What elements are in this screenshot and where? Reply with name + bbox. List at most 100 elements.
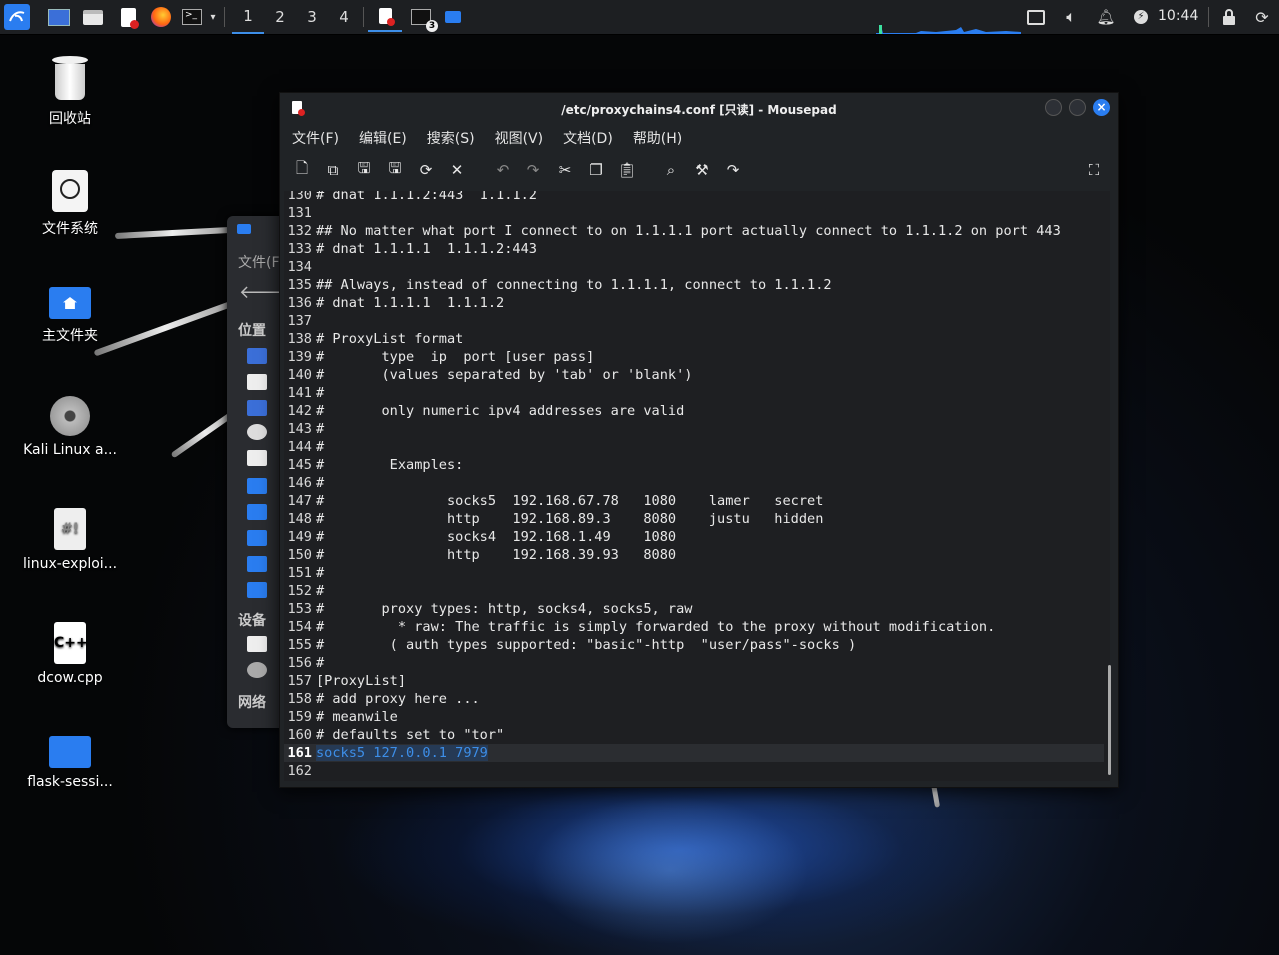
code-line[interactable]: 147 # socks5 192.168.67.78 1080 lamer sec… [284,492,823,510]
workspace-1[interactable]: 1 [232,0,264,34]
code-line[interactable]: 146 # [284,474,324,492]
workspace-3[interactable]: 3 [296,0,328,34]
code-line[interactable]: 135 ## Always, instead of connecting to 1… [284,276,831,294]
power-manager-icon[interactable]: ⚡︎ [1132,4,1150,30]
maximize-button[interactable] [1069,99,1086,116]
menu-search[interactable]: 搜索(S) [415,125,483,151]
code-line[interactable]: 131 [284,204,316,222]
title-bar[interactable]: /etc/proxychains4.conf [只读] - Mousepad × [280,93,1118,123]
task-mousepad[interactable] [368,2,402,32]
desktop-icon-filesystem[interactable]: 文件系统 [15,170,125,238]
code-line[interactable]: 142 # only numeric ipv4 addresses are val… [284,402,684,420]
clock[interactable]: 10:44 [1158,8,1198,24]
firefox-icon[interactable] [150,4,172,30]
code-line[interactable]: 155 # ( auth types supported: "basic"-htt… [284,636,856,654]
code-line[interactable]: 152 # [284,582,324,600]
desktop-icon-trash[interactable]: 回收站 [15,56,125,128]
code-line[interactable]: 130 # dnat 1.1.1.2:443 1.1.1.2 [284,191,537,204]
menu-help[interactable]: 帮助(H) [621,125,690,151]
scrollbar[interactable] [1108,665,1111,775]
chevron-down-icon[interactable]: ▾ [206,4,220,30]
documents-place-icon[interactable] [247,530,267,546]
code-line[interactable]: 151 # [284,564,324,582]
code-line[interactable]: 144 # [284,438,324,456]
search-icon[interactable]: ⌕ [662,161,680,179]
filesystem-place-icon[interactable] [247,374,267,390]
code-line[interactable]: 133 # dnat 1.1.1.1 1.1.1.2:443 [284,240,537,258]
code-line[interactable]: 159 # meanwile [284,708,397,726]
code-line[interactable]: 140 # (values separated by 'tab' or 'blan… [284,366,692,384]
close-document-icon[interactable]: ✕ [448,161,466,179]
find-replace-icon[interactable]: ⚒ [693,161,711,179]
recent-place-icon[interactable] [247,424,267,440]
task-folder[interactable] [443,4,463,30]
music-place-icon[interactable] [247,504,267,520]
file-manager-icon[interactable] [82,4,104,30]
task-terminal-group[interactable]: 3 [408,4,438,32]
paste-icon[interactable]: 📋︎ [617,161,636,179]
mousepad-window[interactable]: /etc/proxychains4.conf [只读] - Mousepad ×… [279,92,1119,788]
copy-icon[interactable]: ❐ [587,161,605,179]
code-line[interactable]: 132 ## No matter what port I connect to o… [284,222,1060,240]
code-line[interactable]: 161 socks5 127.0.0.1 7979 [284,744,488,762]
workspace-2[interactable]: 2 [264,0,296,34]
code-line[interactable]: 148 # http 192.168.89.3 8080 justu hidden [284,510,823,528]
code-line[interactable]: 162 [284,762,316,780]
code-line[interactable]: 134 [284,258,316,276]
kali-menu-icon[interactable] [4,4,30,30]
desktop-icon-linux-exploit[interactable]: #! linux-exploi... [15,508,125,572]
new-window-icon[interactable]: ⧉ [324,161,342,179]
desktop2-place-icon[interactable] [247,400,267,416]
code-line[interactable]: 137 [284,312,316,330]
save-icon[interactable]: 🖫︎ [355,159,373,179]
logout-icon[interactable]: ⟳ [1252,4,1272,30]
minimize-button[interactable] [1045,99,1062,116]
code-line[interactable]: 157 [ProxyList] [284,672,406,690]
code-line[interactable]: 156 # [284,654,324,672]
code-line[interactable]: 136 # dnat 1.1.1.1 1.1.1.2 [284,294,504,312]
cut-icon[interactable]: ✂ [556,161,574,179]
downloads-place-icon[interactable] [247,582,267,598]
code-line[interactable]: 154 # * raw: The traffic is simply forwar… [284,618,995,636]
desktop-place-icon[interactable] [247,348,267,364]
lock-icon[interactable] [1220,4,1238,30]
save-as-icon[interactable]: 🖫︎ [386,159,404,179]
terminal-icon[interactable]: >_ [181,4,203,30]
text-editor[interactable]: 130 # dnat 1.1.1.2:443 1.1.1.2 131 132 ## No… [284,191,1110,781]
new-document-icon[interactable]: 🗋︎ [293,159,311,179]
code-line[interactable]: 158 # add proxy here ... [284,690,479,708]
code-line[interactable]: 153 # proxy types: http, socks4, socks5, … [284,600,692,618]
drive-device-icon[interactable] [247,636,267,652]
redo-icon[interactable]: ↷ [524,161,542,179]
menu-document[interactable]: 文档(D) [551,125,621,151]
text-editor-icon[interactable] [117,4,139,30]
code-line[interactable]: 150 # http 192.168.39.93 8080 [284,546,676,564]
desktop-icon-home[interactable]: 主文件夹 [15,287,125,345]
menu-file[interactable]: 文件(F) [280,125,347,151]
show-desktop-icon[interactable] [48,4,70,30]
code-line[interactable]: 143 # [284,420,324,438]
videos-place-icon[interactable] [247,556,267,572]
reload-icon[interactable]: ⟳ [417,161,435,179]
code-line[interactable]: 141 # [284,384,324,402]
notification-bell-icon[interactable]: 🔔︎ [1096,4,1115,30]
code-line[interactable]: 145 # Examples: [284,456,463,474]
goto-line-icon[interactable]: ↷ [724,161,742,179]
workspace-4[interactable]: 4 [328,0,360,34]
file-manager-window[interactable]: 文件(F 🡐 位置 设备 网络 [227,216,287,728]
file-manager-menu[interactable]: 文件(F [238,252,280,272]
desktop-icon-flask[interactable]: flask-sessi... [15,736,125,790]
menu-view[interactable]: 视图(V) [483,125,552,151]
code-line[interactable]: 160 # defaults set to "tor" [284,726,504,744]
display-icon[interactable] [1027,4,1045,30]
disc-device-icon[interactable] [247,662,267,678]
volume-icon[interactable]: 🔈︎ [1060,4,1082,30]
close-button[interactable]: × [1093,99,1110,116]
undo-icon[interactable]: ↶ [494,161,512,179]
code-line[interactable]: 149 # socks4 192.168.1.49 1080 [284,528,676,546]
desktop-icon-kali-disc[interactable]: Kali Linux a... [15,396,125,458]
fullscreen-icon[interactable]: ⛶ [1085,161,1103,179]
menu-edit[interactable]: 编辑(E) [347,125,415,151]
code-line[interactable]: 139 # type ip port [user pass] [284,348,594,366]
code-line[interactable]: 138 # ProxyList format [284,330,463,348]
